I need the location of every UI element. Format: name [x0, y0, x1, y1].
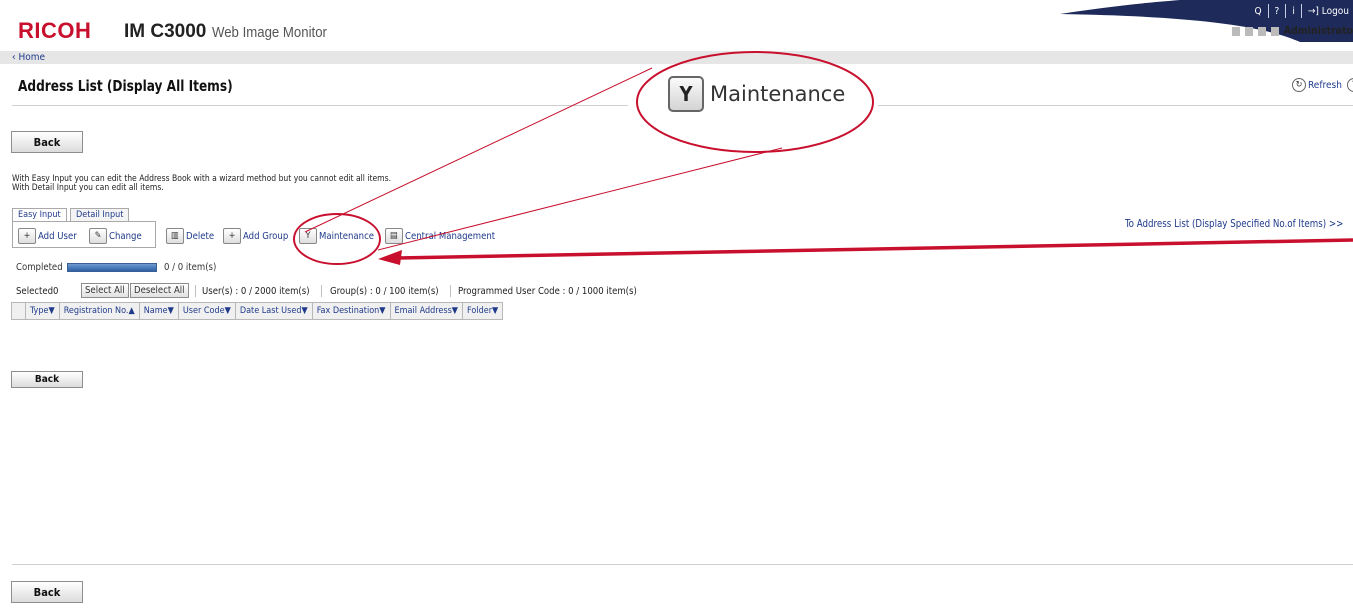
completed-label: Completed	[16, 262, 63, 273]
divider	[12, 564, 1353, 565]
add-group-button[interactable]: + Add Group	[223, 228, 288, 244]
search-icon[interactable]: Q	[1248, 6, 1267, 17]
callout-label: Maintenance	[710, 82, 846, 106]
info-text: With Detail Input you can edit all items…	[12, 183, 164, 193]
progress-fill	[68, 264, 156, 271]
annotation-arrow-shaft	[397, 238, 1353, 260]
add-user-button[interactable]: + Add User	[18, 228, 77, 244]
tab-easy-input[interactable]: Easy Input	[12, 208, 67, 222]
column-header-folder[interactable]: Folder▼	[463, 303, 502, 319]
table-checkbox-column	[12, 303, 26, 319]
refresh-button[interactable]: ↻ Refresh ?	[1292, 78, 1353, 92]
maintenance-zoom-callout: Y Maintenance	[628, 68, 878, 120]
change-label: Change	[109, 230, 142, 242]
help-icon[interactable]: ?	[1346, 78, 1353, 92]
back-button[interactable]: Back	[11, 371, 83, 388]
programmed-user-code-count: Programmed User Code : 0 / 1000 item(s)	[458, 286, 637, 297]
callout-connector-line	[304, 67, 653, 233]
page-title: Address List (Display All Items)	[18, 77, 233, 95]
add-group-icon: +	[223, 228, 241, 244]
separator	[195, 285, 196, 297]
progress-text: 0 / 0 item(s)	[164, 262, 217, 273]
groups-count: Group(s) : 0 / 100 item(s)	[330, 286, 439, 297]
delete-button[interactable]: ▥ Delete	[166, 228, 214, 244]
info-icon[interactable]: i	[1286, 6, 1301, 17]
column-header-type[interactable]: Type▼	[26, 303, 60, 319]
help-icon[interactable]: ?	[1269, 6, 1286, 17]
refresh-label: Refresh	[1308, 79, 1342, 91]
column-header-name[interactable]: Name▼	[140, 303, 179, 319]
network-status-icon	[1244, 26, 1253, 36]
separator	[450, 285, 451, 297]
logout-link[interactable]: →] Logou	[1302, 6, 1353, 17]
column-header-fax-destination[interactable]: Fax Destination▼	[313, 303, 391, 319]
column-header-email-address[interactable]: Email Address▼	[391, 303, 464, 319]
specified-items-link[interactable]: To Address List (Display Specified No.of…	[1125, 218, 1343, 230]
maintenance-button[interactable]: Y Maintenance	[299, 228, 374, 244]
address-table-header: Type▼ Registration No.▲ Name▼ User Code▼…	[11, 302, 504, 320]
annotation-arrow-head	[378, 250, 402, 265]
delete-label: Delete	[186, 230, 215, 242]
breadcrumb-bar	[0, 51, 1353, 64]
refresh-icon: ↻	[1292, 78, 1306, 92]
deselect-all-button[interactable]: Deselect All	[130, 283, 189, 298]
user-icon	[1257, 26, 1266, 36]
ricoh-logo: RICOH	[18, 18, 92, 43]
users-count: User(s) : 0 / 2000 item(s)	[202, 286, 310, 297]
progress-bar	[67, 263, 157, 272]
central-management-icon: ▤	[385, 228, 403, 244]
maintenance-icon: Y	[299, 228, 317, 244]
printer-status-icon	[1231, 26, 1240, 36]
maintenance-icon: Y	[668, 76, 704, 112]
tab-detail-input[interactable]: Detail Input	[70, 208, 130, 222]
user-status-row: Administrato	[1231, 23, 1353, 39]
column-header-user-code[interactable]: User Code▼	[179, 303, 236, 319]
add-group-label: Add Group	[243, 230, 289, 242]
back-button[interactable]: Back	[11, 581, 83, 603]
select-all-button[interactable]: Select All	[81, 283, 129, 298]
central-management-label: Central Management	[405, 230, 496, 242]
back-button[interactable]: Back	[11, 131, 83, 153]
central-management-button[interactable]: ▤ Central Management	[385, 228, 495, 244]
column-header-registration-no[interactable]: Registration No.▲	[60, 303, 140, 319]
logged-in-user: Administrato	[1283, 25, 1353, 37]
top-links: Q ? i →] Logou	[1248, 3, 1353, 19]
model-name: IM C3000	[124, 21, 207, 42]
device-icon	[1270, 26, 1279, 36]
add-user-label: Add User	[38, 230, 77, 242]
home-link[interactable]: ‹ Home	[12, 51, 45, 64]
separator	[321, 285, 322, 297]
add-user-icon: +	[18, 228, 36, 244]
selected-count: Selected0	[16, 286, 59, 297]
trash-icon: ▥	[166, 228, 184, 244]
change-button[interactable]: ✎ Change	[89, 228, 142, 244]
app-title: Web Image Monitor	[212, 24, 327, 41]
maintenance-label: Maintenance	[319, 230, 375, 242]
pencil-icon: ✎	[89, 228, 107, 244]
column-header-date-last-used[interactable]: Date Last Used▼	[236, 303, 313, 319]
